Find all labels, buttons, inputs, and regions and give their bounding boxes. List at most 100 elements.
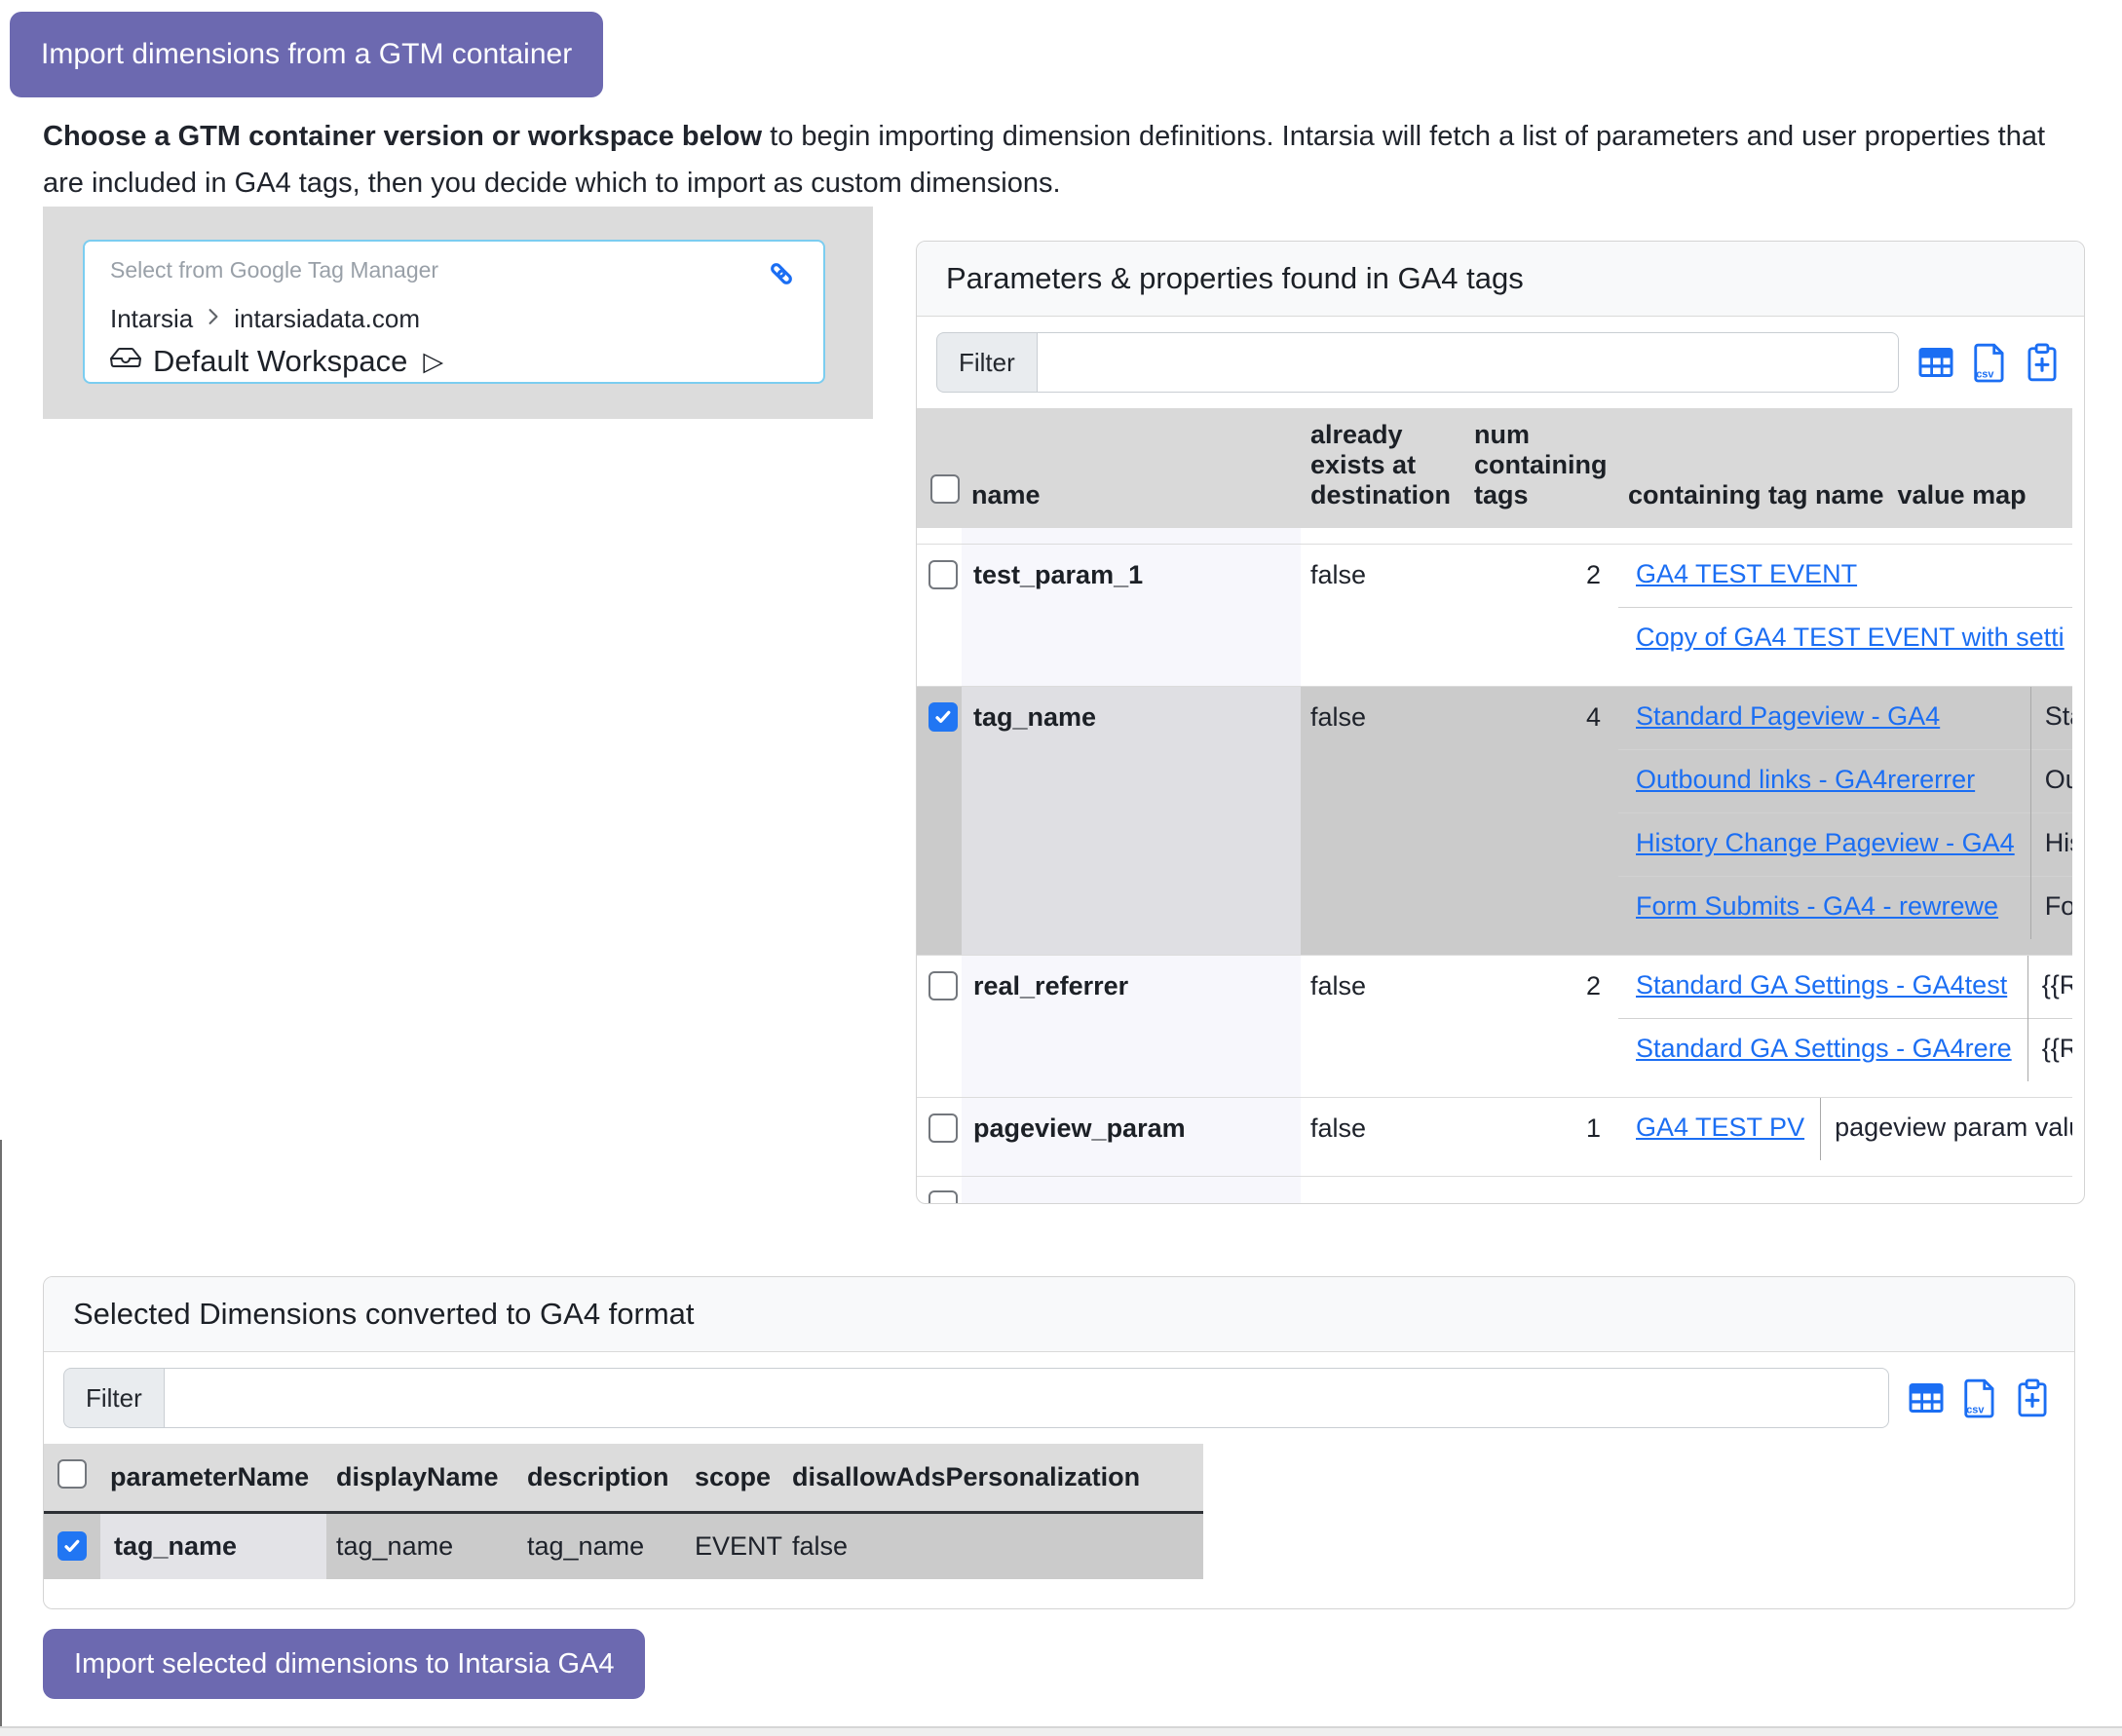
csv-file-icon[interactable]: csv xyxy=(1961,1377,1998,1419)
col-num-containing: num containing tags xyxy=(1464,408,1618,528)
already-exists-value: false xyxy=(1301,545,1464,687)
param-name: tag_name xyxy=(962,687,1301,956)
containing-tag-link[interactable]: GA4 TEST PV xyxy=(1636,1113,1804,1142)
inbox-icon xyxy=(110,342,141,381)
param-name: real_referrer xyxy=(962,956,1301,1098)
gtm-selector-label: Select from Google Tag Manager xyxy=(110,257,438,283)
containing-tags-subtable: Standard GA Settings - GA4test{{RStandar… xyxy=(1618,956,2072,1081)
containing-tag-link[interactable]: Copy of GA4 TEST EVENT with setti xyxy=(1636,623,2065,652)
workspace-label: Default Workspace xyxy=(153,344,407,379)
already-exists-value: false xyxy=(1301,687,1464,956)
row-checkbox[interactable] xyxy=(928,560,958,589)
tag-subrow: GA4 TEST EVENT xyxy=(1618,545,2072,608)
triangle-right-icon[interactable]: ▷ xyxy=(423,347,443,377)
tag-subrow: History Change Pageview - GA4 His xyxy=(1618,813,2072,877)
svg-text:csv: csv xyxy=(1966,1405,1985,1416)
value-map-text: Fo xyxy=(2045,891,2072,925)
row-checkbox[interactable] xyxy=(57,1531,87,1561)
disallow-ads-value: false xyxy=(782,1513,1203,1580)
tag-subrow: GA4 TEST PV pageview param valu xyxy=(1618,1098,2072,1160)
selected-table: parameterName displayName description sc… xyxy=(44,1444,1203,1579)
import-dimensions-button[interactable]: Import dimensions from a GTM container xyxy=(10,12,603,97)
table-icon[interactable] xyxy=(1907,1378,1946,1417)
csv-file-icon[interactable]: csv xyxy=(1971,341,2008,384)
breadcrumb: Intarsia intarsiadata.com xyxy=(110,304,798,334)
value-map-text: Ou xyxy=(2045,765,2072,798)
param-table-row: test_param_1false2 GA4 TEST EVENT Copy of … xyxy=(917,545,2072,687)
containing-tags-subtable: GA4 TEST PV pageview param valu xyxy=(1618,1098,2072,1160)
containing-tag-link[interactable]: Form Submits - GA4 - rewrewe xyxy=(1636,891,1998,921)
containing-tag-link[interactable]: Outbound links - GA4rererrer xyxy=(1636,765,1975,794)
selected-table-header: parameterName displayName description sc… xyxy=(44,1444,1203,1513)
row-checkbox[interactable] xyxy=(928,1113,958,1143)
gtm-account: Intarsia xyxy=(110,304,193,334)
selected-table-body: tag_nametag_nametag_nameEVENTfalse xyxy=(44,1513,1203,1580)
value-map-text: pageview param valu xyxy=(1835,1113,2072,1146)
scope-value: EVENT xyxy=(685,1513,782,1580)
value-map-text: {{R xyxy=(2042,970,2072,1003)
tag-subrow: Standard Pageview - GA4 Sta xyxy=(1618,687,2072,750)
select-all-checkbox[interactable] xyxy=(57,1459,87,1489)
tag-subrow: Standard GA Settings - GA4rere {{R xyxy=(1618,1019,2072,1082)
link-icon[interactable] xyxy=(765,257,798,295)
tag-subrow: Form Submits - GA4 - rewrewe Fo xyxy=(1618,877,2072,940)
select-all-checkbox[interactable] xyxy=(930,474,960,504)
containing-tag-link[interactable]: Standard GA Settings - GA4rere xyxy=(1636,1034,2012,1063)
value-map-text: {{R xyxy=(2042,1034,2072,1067)
containing-tags-subtable: GA4 TEST EVENT Copy of GA4 TEST EVENT wit… xyxy=(1618,545,2072,670)
description-value: tag_name xyxy=(517,1513,685,1580)
row-checkbox[interactable] xyxy=(928,1190,958,1204)
containing-tags-subtable: Standard Pageview - GA4 Sta Outbound links… xyxy=(1618,687,2072,939)
selected-filter-input[interactable] xyxy=(164,1368,1889,1428)
value-map-text: His xyxy=(2045,828,2072,861)
col-display-name: displayName xyxy=(326,1444,517,1513)
containing-tag-link[interactable]: Standard GA Settings - GA4test xyxy=(1636,970,2007,1000)
containing-tag-link[interactable]: History Change Pageview - GA4 xyxy=(1636,828,2015,857)
num-containing-tags-value: 2 xyxy=(1464,545,1618,687)
filter-label: Filter xyxy=(63,1368,164,1428)
gtm-selector-card[interactable]: Select from Google Tag Manager Intarsia … xyxy=(83,240,825,384)
containing-tag-link[interactable]: Standard Pageview - GA4 xyxy=(1636,701,1940,731)
param-name: test_param_1 xyxy=(962,545,1301,687)
clipboard-plus-icon[interactable] xyxy=(2014,1377,2051,1419)
import-selected-button[interactable]: Import selected dimensions to Intarsia G… xyxy=(43,1629,645,1699)
table-icon[interactable] xyxy=(1916,343,1955,382)
row-checkbox[interactable] xyxy=(928,702,958,732)
spacer-row xyxy=(917,528,2072,545)
col-scope: scope xyxy=(685,1444,782,1513)
intro-text: Choose a GTM container version or worksp… xyxy=(43,113,2075,207)
param-name: pageview_param xyxy=(962,1098,1301,1177)
param-table-row: pageview_paramfalse1GA4 TEST PVpageview … xyxy=(917,1098,2072,1177)
already-exists-value: false xyxy=(1301,956,1464,1098)
param-table-row: tag_namefalse4Standard Pageview - GA4Sta… xyxy=(917,687,2072,956)
left-border-line xyxy=(0,1140,2,1728)
params-toolbar: csv xyxy=(1916,341,2065,384)
param-table-row: real_referrerfalse2Standard GA Settings … xyxy=(917,956,2072,1098)
tag-subrow: Copy of GA4 TEST EVENT with setti xyxy=(1618,608,2072,671)
row-checkbox[interactable] xyxy=(928,971,958,1000)
params-panel-title: Parameters & properties found in GA4 tag… xyxy=(917,242,2084,317)
col-containing-tag-name: containing tag name xyxy=(1628,480,1884,509)
table-row-partial xyxy=(917,1177,2072,1205)
containing-tag-link[interactable]: GA4 TEST EVENT xyxy=(1636,559,1857,588)
num-containing-tags-value: 2 xyxy=(1464,956,1618,1098)
params-filter-row: Filter csv xyxy=(917,317,2084,408)
params-table: name already exists at destination num c… xyxy=(917,408,2072,1204)
value-map-text: Sta xyxy=(2045,701,2072,735)
tag-subrow: Standard GA Settings - GA4test {{R xyxy=(1618,956,2072,1019)
selected-filter-row: Filter csv xyxy=(44,1352,2074,1444)
col-value-map: value map xyxy=(1898,480,2027,509)
col-description: description xyxy=(517,1444,685,1513)
selected-toolbar: csv xyxy=(1907,1377,2055,1419)
col-disallow-ads: disallowAdsPersonalization xyxy=(782,1444,1203,1513)
selected-dimensions-panel: Selected Dimensions converted to GA4 for… xyxy=(43,1276,2075,1609)
filter-label: Filter xyxy=(936,332,1037,393)
clipboard-plus-icon[interactable] xyxy=(2024,341,2061,384)
num-containing-tags-value: 4 xyxy=(1464,687,1618,956)
col-parameter-name: parameterName xyxy=(100,1444,326,1513)
params-filter-input[interactable] xyxy=(1037,332,1899,393)
params-panel: Parameters & properties found in GA4 tag… xyxy=(916,241,2085,1204)
params-table-header: name already exists at destination num c… xyxy=(917,408,2072,528)
parameter-name-value: tag_name xyxy=(100,1513,326,1580)
num-containing-tags-value: 1 xyxy=(1464,1098,1618,1177)
